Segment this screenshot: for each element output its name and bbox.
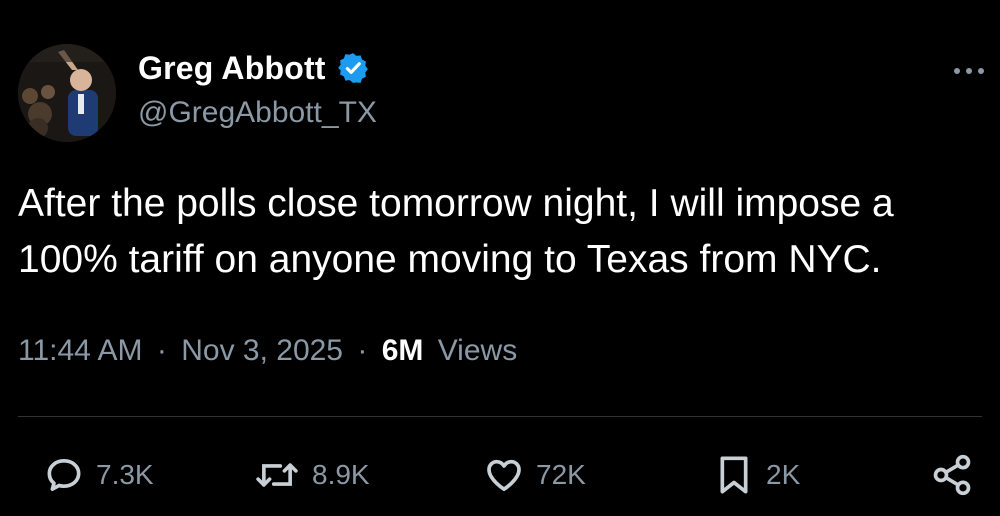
author-handle[interactable]: @GregAbbott_TX [138,96,377,130]
tweet-date[interactable]: Nov 3, 2025 [181,334,343,367]
author-name-row: Greg Abbott [138,46,370,90]
action-bar: 7.3K 8.9K 72K 2K [0,448,1000,508]
more-options-icon[interactable] [952,52,986,82]
like-count: 72K [536,459,586,490]
share-button[interactable] [930,448,986,502]
bookmark-button[interactable]: 2K [714,448,800,502]
tweet-card: Greg Abbott @GregAbbott_TX After the pol… [0,0,1000,516]
tweet-text: After the polls close tomorrow night, I … [18,182,894,281]
meta-separator: · [357,334,368,367]
like-button[interactable]: 72K [484,448,586,502]
reply-icon [47,459,81,491]
meta-separator: · [156,334,167,367]
verified-badge-icon [337,53,368,83]
reply-button[interactable]: 7.3K [44,448,154,502]
tweet-meta: 11:44 AM · Nov 3, 2025 · 6M Views [18,334,517,368]
avatar[interactable] [18,44,116,142]
views-count: 6M [381,334,424,367]
tweet-time[interactable]: 11:44 AM [18,334,143,367]
bookmark-count: 2K [766,459,801,490]
repost-button[interactable]: 8.9K [254,448,370,502]
views-label: Views [437,334,518,367]
more-dots-icon [954,68,984,74]
heart-icon [487,459,521,491]
repost-icon [256,463,298,487]
repost-count: 8.9K [312,459,370,490]
reply-count: 7.3K [96,459,154,490]
divider [18,416,982,417]
avatar-photo [18,44,116,142]
share-icon [933,454,971,496]
author-display-name[interactable]: Greg Abbott [138,50,326,87]
bookmark-icon [720,456,748,494]
